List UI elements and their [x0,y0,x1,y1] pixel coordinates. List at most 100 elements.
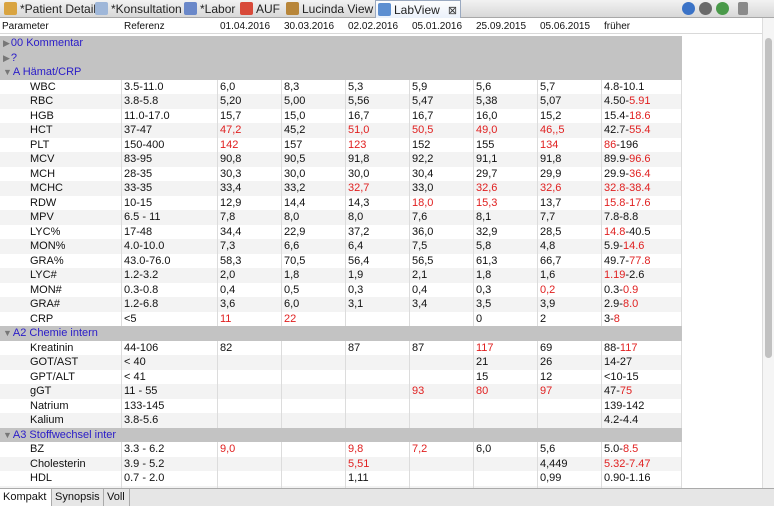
editor-tab--labor[interactable]: *Labor [182,0,236,18]
twisty-icon[interactable]: ▼ [3,430,12,440]
view-tab-kompakt[interactable]: Kompakt [0,489,52,506]
group-row[interactable]: ▶00 Kommentar [0,36,682,51]
refresh-icon[interactable] [716,2,729,15]
editor-tab--patient-detail[interactable]: *Patient Detail [2,0,96,18]
range-part: 15.8-17.6 [604,196,651,209]
column-header[interactable]: 02.02.2016 [346,18,410,34]
value-cell: 15 [474,369,538,384]
table-row[interactable]: GOT/AST < 40 21 26 14-27 [0,355,682,370]
table-row[interactable]: gGT 11 - 55 93 80 97 47-75 [0,384,682,399]
table-row[interactable]: GPT/ALT < 41 15 12 <10-15 [0,369,682,384]
value-cell: 11 [218,311,282,326]
value-cell: 13,7 [538,195,602,210]
table-row[interactable]: BZ 3.3 - 6.2 9,0 9,8 7,2 6,0 5,6 5.0-8.5 [0,442,682,457]
column-header[interactable]: 05.06.2015 [538,18,602,34]
value-cell [282,442,346,457]
value-cell: 123 [346,137,410,152]
view-tab-synopsis[interactable]: Synopsis [52,489,104,506]
group-label[interactable]: ▼A2 Chemie intern [3,326,98,341]
scrollbar-thumb[interactable] [765,38,772,358]
table-row[interactable]: MPV 6.5 - 11 7,8 8,0 8,0 7,6 8,1 7,7 7.8-8.8 [0,210,682,225]
group-label[interactable]: ▶00 Kommentar [3,36,83,51]
editor-tab-auf[interactable]: AUF [238,0,282,18]
range-part: 14.8 [604,225,626,238]
value-cell [410,471,474,486]
globe-icon[interactable] [682,2,695,15]
table-row[interactable]: HGB 11.0-17.0 15,7 15,0 16,7 16,7 16,0 15,2 15.4… [0,108,682,123]
group-row[interactable]: ▼A Hämat/CRP [0,65,682,80]
table-row[interactable]: CRP <5 11 22 0 2 3-8 [0,311,682,326]
table-row[interactable]: Kreatinin 44-106 82 87 87 117 69 88-117 [0,340,682,355]
table-row[interactable]: GRA% 43.0-76.0 58,3 70,5 56,4 56,5 61,3 66,7 49.… [0,253,682,268]
group-row[interactable]: ▼A2 Chemie intern [0,326,682,341]
value-cell [282,355,346,370]
table-row[interactable]: RBC 3.8-5.8 5,20 5,00 5,56 5,47 5,38 5,07 4.50-5… [0,94,682,109]
table-row[interactable]: MCHC 33-35 33,4 33,2 32,7 33,0 32,6 32,6 32.8-38… [0,181,682,196]
table-row[interactable]: MCV 83-95 90,8 90,5 91,8 92,2 91,1 91,8 89.9-96.… [0,152,682,167]
range-part: 96.6 [629,153,651,165]
table-row[interactable]: PLT 150-400 142 157 123 152 155 134 86-196 [0,137,682,152]
editor-tab-labview[interactable]: LabView ⊠ [375,0,461,19]
parameter-cell: MCV [0,152,122,167]
value-cell: 5,3 [346,79,410,94]
table-row[interactable]: RDW 10-15 12,9 14,4 14,3 18,0 15,3 13,7 15.8-17.… [0,195,682,210]
value-cell: 15,7 [218,108,282,123]
value-cell: 0,99 [538,471,602,486]
table-row[interactable]: GRA# 1.2-6.8 3,6 6,0 3,1 3,4 3,5 3,9 2.9-8.0 [0,297,682,312]
column-header[interactable]: Referenz [122,18,218,34]
value-cell: 30,3 [218,166,282,181]
twisty-icon[interactable]: ▶ [3,53,10,63]
value-cell: 7,7 [538,210,602,225]
value-cell: 51,0 [346,123,410,138]
column-header[interactable]: 01.04.2016 [218,18,282,34]
value-cell: 46,,5 [538,123,602,138]
column-header[interactable]: 30.03.2016 [282,18,346,34]
column-header[interactable]: 05.01.2016 [410,18,474,34]
value-cell: 7,6 [410,210,474,225]
twisty-icon[interactable]: ▼ [3,328,12,338]
table-row[interactable]: Kalium 3.8-5.6 4.2-4.4 [0,413,682,428]
table-row[interactable]: HCT 37-47 47,2 45,2 51,0 50,5 49,0 46,,5 42.7-55… [0,123,682,138]
value-cell: 47,2 [218,123,282,138]
group-row[interactable]: ▶? [0,50,682,66]
value-cell: 29,9 [538,166,602,181]
value-cell: 2,1 [410,268,474,283]
table-row[interactable]: MCH 28-35 30,3 30,0 30,0 30,4 29,7 29,9 29.9-36.… [0,166,682,181]
range-part: 3- [604,312,614,325]
table-row[interactable]: LYC# 1.2-3.2 2,0 1,8 1,9 2,1 1,8 1,6 1.19-2.6 [0,268,682,283]
parameter-cell: gGT [0,384,122,399]
editor-tab-lucinda-view[interactable]: Lucinda View [284,0,373,18]
table-row[interactable]: LYC% 17-48 34,4 22,9 37,2 36,0 32,9 28,5 14.8-40… [0,224,682,239]
eye-icon[interactable] [699,2,712,15]
view-menu-icon[interactable] [738,2,748,15]
table-row[interactable]: Cholesterin 3.9 - 5.2 5,51 4,449 5.32-7.47 [0,456,682,471]
column-header[interactable]: Parameter [0,18,122,34]
value-cell: 8,1 [474,210,538,225]
range-part: 42.7- [604,124,630,136]
lab-results-grid[interactable]: Parameter Referenz 01.04.2016 30.03.2016 02.… [0,18,762,488]
twisty-icon[interactable]: ▼ [3,67,12,77]
table-row[interactable]: Natrium 133-145 139-142 [0,398,682,413]
table-row[interactable]: MON# 0.3-0.8 0,4 0,5 0,3 0,4 0,3 0,2 0.3-0.9 [0,282,682,297]
table-row[interactable]: MON% 4.0-10.0 7,3 6,6 6,4 7,5 5,8 4,8 5.9-14.6 [0,239,682,254]
column-header[interactable]: 25.09.2015 [474,18,538,34]
view-tab-voll[interactable]: Voll [104,489,130,506]
value-cell: 14,3 [346,195,410,210]
reference-cell: 3.3 - 6.2 [122,442,218,457]
value-cell: 16,0 [474,108,538,123]
value-cell [410,311,474,326]
table-row[interactable]: WBC 3.5-11.0 6,0 8,3 5,3 5,9 5,6 5,7 4.8-10.1 [0,79,682,94]
range-part: 49.7- [604,254,630,267]
group-label[interactable]: ▼A3 Stoffwechsel inter [3,428,116,443]
column-header[interactable]: früher [602,18,682,34]
twisty-icon[interactable]: ▶ [3,38,10,48]
editor-tab--konsultation[interactable]: *Konsultation [93,0,182,18]
value-cell: 90,5 [282,152,346,167]
group-label[interactable]: ▼A Hämat/CRP [3,65,81,80]
vertical-scrollbar[interactable] [762,18,774,488]
group-row[interactable]: ▼A3 Stoffwechsel inter [0,427,682,443]
value-cell [282,413,346,428]
table-row[interactable]: HDL 0.7 - 2.0 1,11 0,99 0.90-1.16 [0,471,682,486]
previous-range-cell: 7.8-8.8 [602,210,682,225]
group-label[interactable]: ▶? [3,51,17,66]
